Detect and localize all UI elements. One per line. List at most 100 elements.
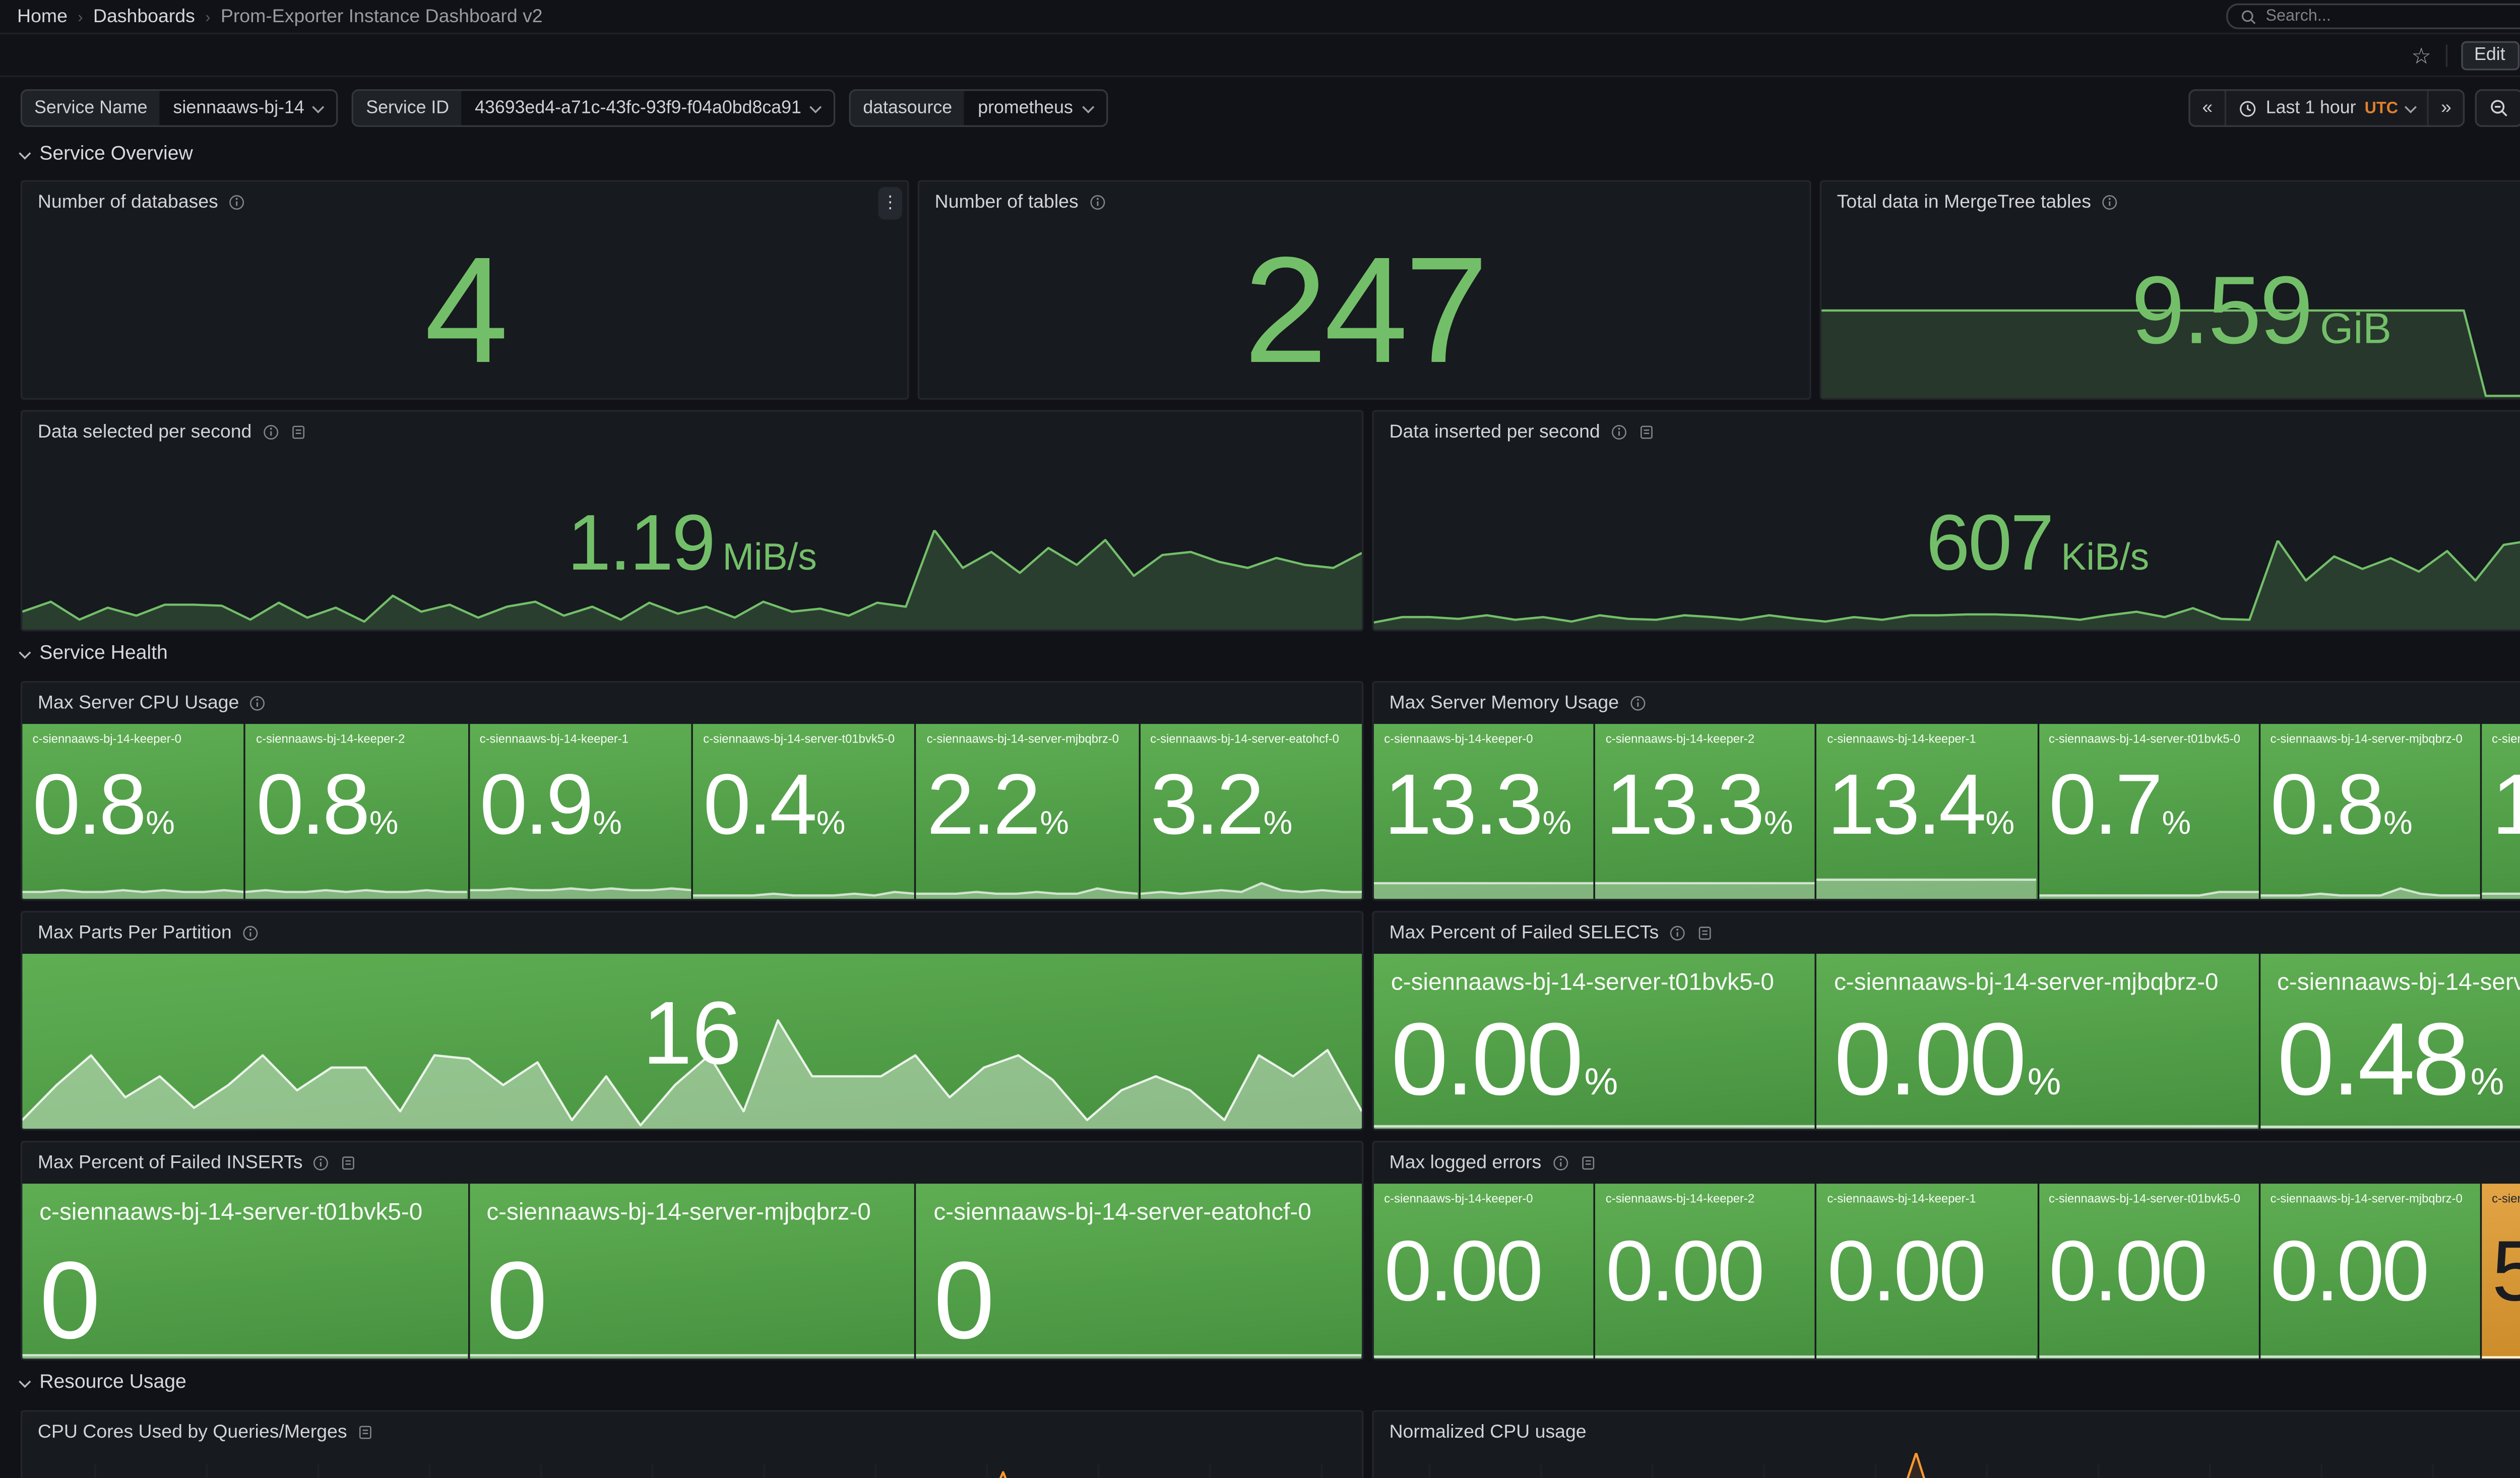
stat-value: 4 [424,235,505,386]
stat-tile[interactable]: c-siennaaws-bj-14-server-mjbqbrz-0 0.8% [2260,724,2480,899]
panel-title: Data inserted per second [1389,422,1600,443]
panel-links-icon[interactable] [1696,925,1714,942]
info-icon[interactable] [1610,424,1627,441]
stat-tile[interactable]: c-siennaaws-bj-14-server-mjbqbrz-0 0.00% [1817,954,2258,1129]
variable-service-name[interactable]: Service Name siennaaws-bj-14 [21,89,339,127]
stat-tile[interactable]: c-siennaaws-bj-14-server-mjbqbrz-0 0.00 [2260,1184,2480,1359]
dashboard-controls-bar: Service Name siennaaws-bj-14 Service ID … [0,77,2520,139]
tile-value: 0.9% [480,762,619,847]
info-icon[interactable] [242,925,259,942]
variable-datasource[interactable]: datasource prometheus [849,89,1107,127]
chevron-down-icon [810,100,822,112]
stat-tile[interactable]: c-siennaaws-bj-14-keeper-2 13.3% [1595,724,1815,899]
panel-links-icon[interactable] [340,1154,357,1172]
favorite-star-icon[interactable]: ☆ [2411,44,2431,66]
panel-title: Total data in MergeTree tables [1837,192,2091,213]
stat-tile[interactable]: c-siennaaws-bj-14-keeper-1 13.4% [1817,724,2037,899]
panel-links-icon[interactable] [289,424,306,441]
tile-value: 0.00% [1391,1009,1615,1112]
info-icon[interactable] [262,424,279,441]
breadcrumb-separator: › [205,8,210,25]
panel-title: Number of tables [935,192,1079,213]
info-icon[interactable] [1552,1154,1569,1172]
stat-tile[interactable]: c-siennaaws-bj-14-keeper-0 13.3% [1374,724,1594,899]
stat-tile[interactable]: c-siennaaws-bj-14-server-t01bvk5-0 0 [22,1184,468,1359]
selects-tiles: c-siennaaws-bj-14-server-t01bvk5-0 0.00%… [1374,954,2520,1129]
tile-value: 0.00 [1606,1228,1762,1314]
edit-button[interactable]: Edit [2461,40,2519,70]
panel-links-icon[interactable] [357,1424,374,1441]
top-nav-bar: Home › Dashboards › Prom-Exporter Instan… [0,0,2520,34]
panel-menu-kebab[interactable]: ⋮ [878,187,902,220]
tile-server-name: c-siennaaws-bj-14-server-mjbqbrz-0 [2260,1184,2480,1208]
time-range-back-button[interactable]: « [2190,91,2225,125]
tile-server-name: c-siennaaws-bj-14-keeper-2 [1595,724,1815,749]
stat-unit: GiB [2320,305,2391,355]
panel-max-server-memory-usage: Max Server Memory Usage c-siennaaws-bj-1… [1372,681,2520,901]
info-icon[interactable] [1669,925,1686,942]
info-icon[interactable] [1629,695,1646,712]
stat-tile[interactable]: c-siennaaws-bj-14-server-eatohcf-0 5.00 [2482,1184,2520,1359]
stat-value: 1.19 [568,502,714,581]
panel-total-data-mergetree: Total data in MergeTree tables 9.59 GiB [1820,180,2520,400]
zoom-out-button[interactable] [2477,91,2520,125]
panel-number-of-tables: Number of tables 247 [918,180,1811,400]
info-icon[interactable] [2101,194,2118,211]
stat-tile[interactable]: c-siennaaws-bj-14-server-eatohcf-0 0.48% [2260,954,2520,1129]
tile-server-name: c-siennaaws-bj-14-keeper-0 [22,724,244,749]
stat-value: 247 [1243,235,1485,386]
panel-links-icon[interactable] [1579,1154,1596,1172]
panel-title: Max Server CPU Usage [38,693,239,714]
section-service-health[interactable]: Service Health [21,643,168,664]
breadcrumb-dashboards[interactable]: Dashboards [93,6,195,27]
variable-service-id[interactable]: Service ID 43693ed4-a71c-43fc-93f9-f04a0… [352,89,836,127]
panel-max-percent-failed-selects: Max Percent of Failed SELECTs c-siennaaw… [1372,911,2520,1131]
breadcrumb-current-dashboard: Prom-Exporter Instance Dashboard v2 [221,6,543,27]
stat-tile[interactable]: c-siennaaws-bj-14-server-t01bvk5-0 0.4% [693,724,915,899]
inserts-tiles: c-siennaaws-bj-14-server-t01bvk5-0 0 c-s… [22,1184,1362,1359]
info-icon[interactable] [249,695,267,712]
search-placeholder: Search... [2265,7,2520,26]
search-input[interactable]: Search... ⌘+k [2226,4,2520,29]
stat-tile[interactable]: c-siennaaws-bj-14-keeper-1 0.00 [1817,1184,2037,1359]
tile-value: 0.00 [2271,1228,2427,1314]
stat-tile[interactable]: c-siennaaws-bj-14-server-eatohcf-0 3.2% [1140,724,1362,899]
stat-unit: MiB/s [723,534,817,579]
tile-server-name: c-siennaaws-bj-14-server-eatohcf-0 [2482,1184,2520,1208]
panel-title: Max Server Memory Usage [1389,693,1619,714]
tile-server-name: c-siennaaws-bj-14-server-t01bvk5-0 [2039,1184,2258,1208]
breadcrumb-home[interactable]: Home [17,6,68,27]
grafana-dashboard: Home › Dashboards › Prom-Exporter Instan… [0,0,2520,1478]
zoom-out-icon [2489,98,2510,118]
tile-server-name: c-siennaaws-bj-14-server-t01bvk5-0 [22,1184,468,1228]
stat-tile[interactable]: c-siennaaws-bj-14-server-t01bvk5-0 0.00 [2039,1184,2258,1359]
info-icon[interactable] [1089,194,1106,211]
info-icon[interactable] [228,194,245,211]
stat-tile[interactable]: c-siennaaws-bj-14-keeper-0 0.00 [1374,1184,1594,1359]
section-resource-usage[interactable]: Resource Usage [21,1372,186,1393]
parts-stat-tile[interactable]: 16 [22,954,1362,1129]
panel-data-selected-per-second: Data selected per second 1.19 MiB/s [21,410,1364,631]
tile-value: 0.7% [2049,762,2188,847]
stat-tile[interactable]: c-siennaaws-bj-14-keeper-2 0.00 [1595,1184,1815,1359]
panel-max-server-cpu-usage: Max Server CPU Usage c-siennaaws-bj-14-k… [21,681,1364,901]
cpu-cores-spike [94,1453,1362,1478]
stat-tile[interactable]: c-siennaaws-bj-14-server-eatohcf-0 0 [916,1184,1362,1359]
tile-value: 0.48% [2277,1009,2501,1112]
stat-tile[interactable]: c-siennaaws-bj-14-server-t01bvk5-0 0.7% [2039,724,2258,899]
stat-tile[interactable]: c-siennaaws-bj-14-server-mjbqbrz-0 0 [469,1184,915,1359]
stat-tile[interactable]: c-siennaaws-bj-14-server-mjbqbrz-0 2.2% [916,724,1138,899]
info-icon[interactable] [313,1154,330,1172]
panel-links-icon[interactable] [1638,424,1655,441]
tile-value: 2.2% [927,762,1066,847]
stat-tile[interactable]: c-siennaaws-bj-14-keeper-2 0.8% [246,724,468,899]
stat-tile[interactable]: c-siennaaws-bj-14-server-eatohcf-0 1.4% [2482,724,2520,899]
section-service-overview[interactable]: Service Overview [21,144,193,165]
tile-value: 0.8% [2271,762,2410,847]
time-range-picker[interactable]: Last 1 hour UTC [2225,91,2427,125]
stat-tile[interactable]: c-siennaaws-bj-14-keeper-0 0.8% [22,724,244,899]
stat-tile[interactable]: c-siennaaws-bj-14-keeper-1 0.9% [469,724,691,899]
time-range-forward-button[interactable]: » [2427,91,2464,125]
panel-title: Normalized CPU usage [1389,1422,1586,1443]
stat-tile[interactable]: c-siennaaws-bj-14-server-t01bvk5-0 0.00% [1374,954,1815,1129]
